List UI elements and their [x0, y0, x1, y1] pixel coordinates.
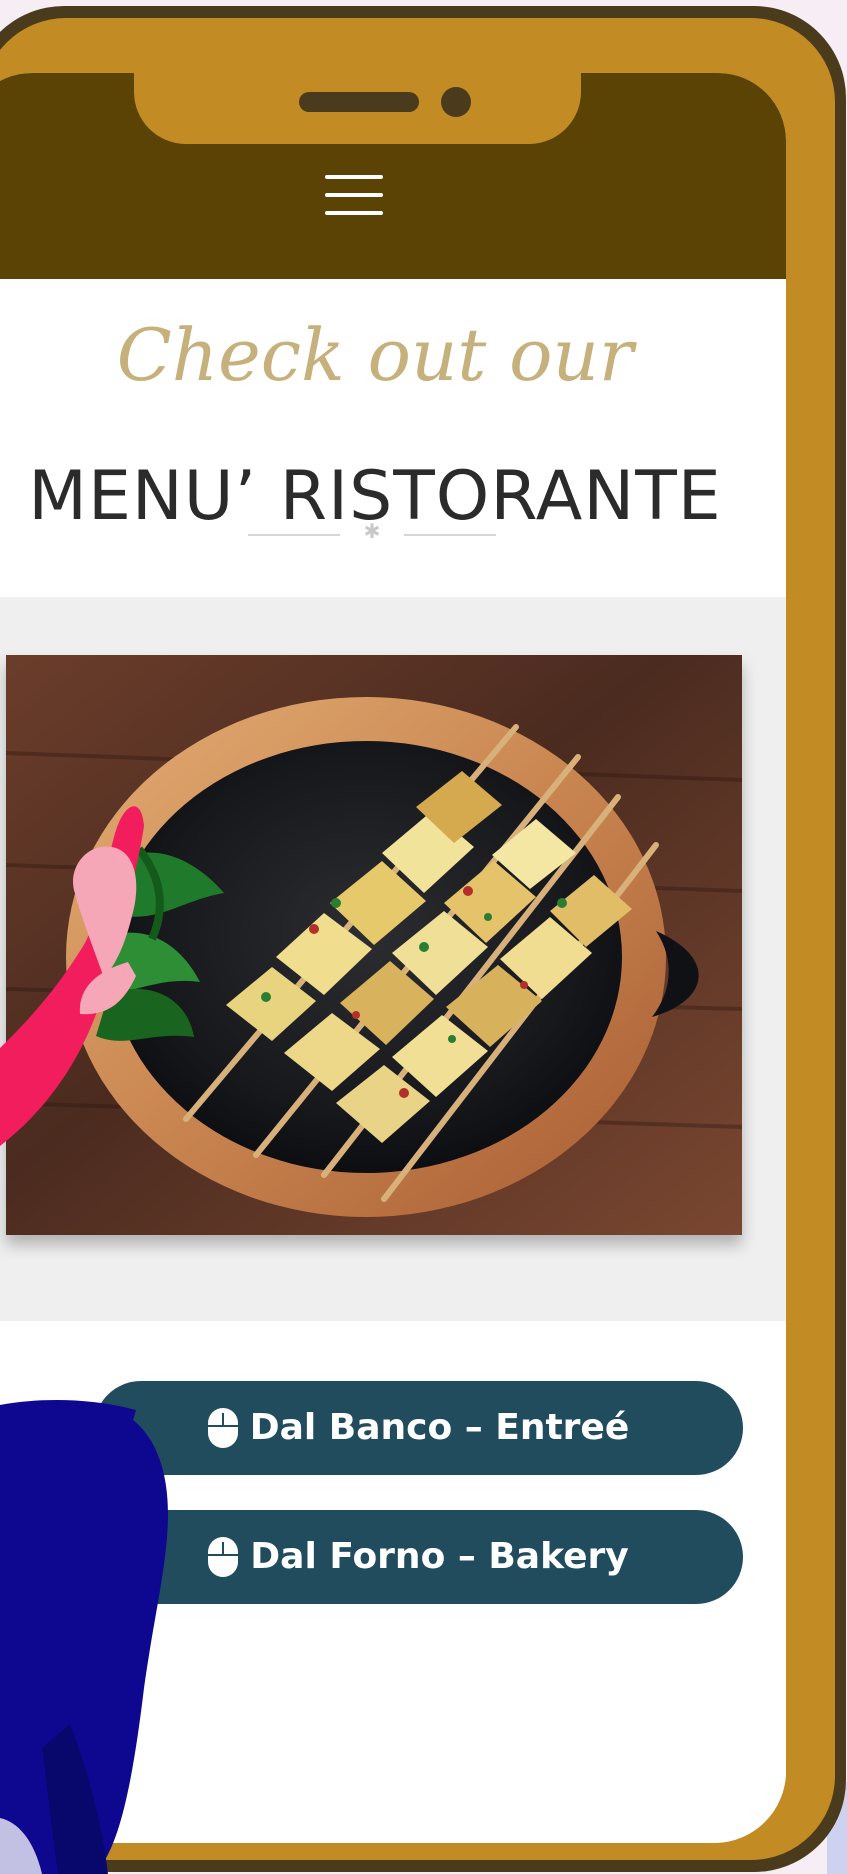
menu-button-label: Dal Banco – Entreé	[249, 1407, 630, 1448]
phone-screen: Check out our MENU’ RISTORANTE ✱ Dal Ban…	[0, 73, 786, 1843]
phone-notch	[134, 73, 581, 144]
dal-banco-entree-button[interactable]: Dal Banco – Entreé	[94, 1381, 743, 1475]
mouse-icon	[208, 1537, 239, 1577]
page-title: MENU’ RISTORANTE	[28, 456, 722, 536]
dal-forno-bakery-button[interactable]: Dal Forno – Bakery	[94, 1510, 743, 1604]
camera-icon	[441, 87, 471, 117]
hamburger-line	[325, 175, 383, 179]
speaker-icon	[299, 92, 419, 112]
mouse-icon	[207, 1408, 238, 1448]
script-heading: Check out our	[116, 313, 634, 397]
food-image-section	[0, 597, 786, 1321]
menu-intro-section: Check out our MENU’ RISTORANTE ✱	[0, 279, 786, 597]
app-screenshot: Check out our MENU’ RISTORANTE ✱ Dal Ban…	[0, 0, 847, 1874]
menu-button-label: Dal Forno – Bakery	[250, 1536, 629, 1577]
phone-body: Check out our MENU’ RISTORANTE ✱ Dal Ban…	[0, 18, 835, 1860]
hamburger-menu-button[interactable]	[325, 173, 383, 217]
divider-line-right	[404, 534, 496, 536]
ornamental-divider: ✱	[248, 521, 496, 543]
asterisk-icon: ✱	[363, 519, 381, 543]
hamburger-line	[325, 211, 383, 215]
menu-category-buttons: Dal Banco – Entreé Dal Forno – Bakery	[0, 1321, 786, 1843]
hamburger-line	[325, 193, 383, 197]
divider-line-left	[248, 534, 340, 536]
chicken-skewers-image	[6, 655, 742, 1235]
